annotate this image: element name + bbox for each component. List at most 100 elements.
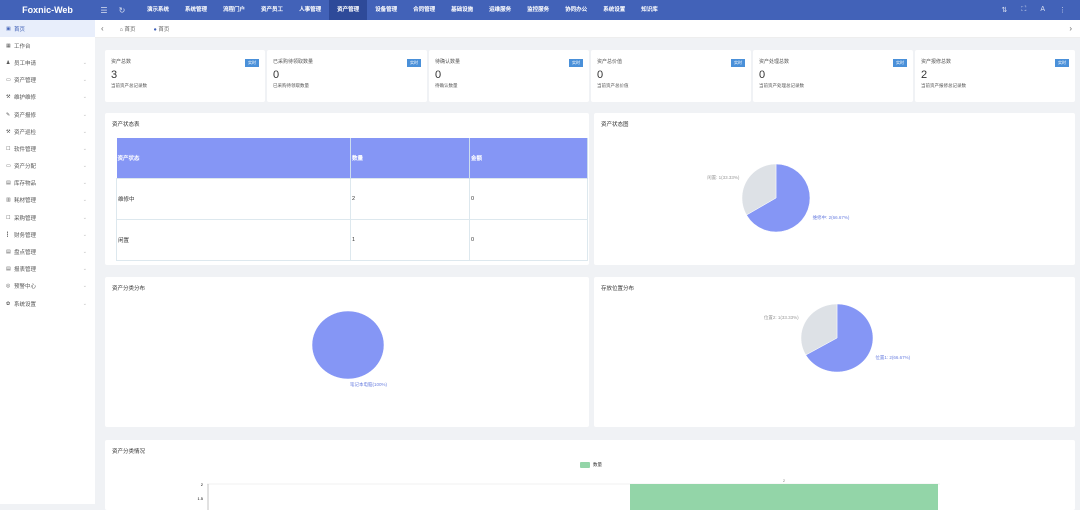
realtime-badge: 实时 <box>893 59 907 67</box>
sidebar-item[interactable]: ♟ 员工申请 ⌄ <box>0 54 95 71</box>
chevron-down-icon: ⌄ <box>82 94 87 101</box>
top-menu-item[interactable]: 系统设置 <box>595 0 633 20</box>
table-row: 闲置 1 0 <box>116 218 588 261</box>
realtime-badge: 实时 <box>407 59 421 67</box>
sidebar-item[interactable]: ▥ 耗材管理 ⌄ <box>0 192 95 209</box>
top-menu-item[interactable]: 资产管理 <box>329 0 368 20</box>
table-row: 维修中 2 0 <box>116 177 588 220</box>
bar[interactable] <box>630 484 938 510</box>
pie-data-label: 位置2: 1(33.33%) <box>763 315 799 320</box>
sidebar-item[interactable]: ▭ 资产分配 ⌄ <box>0 158 95 175</box>
cell: 1 <box>350 218 470 261</box>
chevron-down-icon: ⌄ <box>82 266 87 273</box>
asset-status-table-panel: 资产状态表 资产状态 数量 金额 维修中 2 0 闲置 1 0 <box>105 113 589 265</box>
sidebar-item[interactable]: ✿ 系统设置 ⌄ <box>0 295 95 312</box>
asset-status-pie-panel: 资产状态图 维修中: 2(66.67%) 闲置: 1(33.33%) <box>594 113 1075 265</box>
realtime-badge: 实时 <box>731 59 745 67</box>
pie-data-label: 闲置: 1(33.33%) <box>707 175 740 180</box>
sidebar-item[interactable]: ▦ 工作台 <box>0 37 95 54</box>
chart-legend[interactable]: 数量 <box>580 462 602 468</box>
asset-category-bar-panel: 2 1.5 2 资产分类情况 数量 <box>105 440 1075 510</box>
top-menu-item[interactable]: 合同管理 <box>405 0 443 20</box>
sidebar-item[interactable]: ✎ 资产报修 ⌄ <box>0 106 95 123</box>
sidebar-item-icon: ✿ <box>6 300 11 307</box>
tab-scroll-left-icon[interactable]: ‹ <box>101 24 104 33</box>
tab-current[interactable]: ● 首页 <box>154 25 170 33</box>
pie-chart <box>741 163 811 233</box>
cell: 0 <box>469 177 588 220</box>
chevron-down-icon: ⌄ <box>82 77 87 84</box>
chevron-down-icon: ⌄ <box>82 300 87 307</box>
sidebar-item-label: 资产分配 <box>14 164 37 171</box>
stat-value: 3 <box>111 69 118 81</box>
top-menu-item[interactable]: 监控服务 <box>519 0 557 20</box>
top-menu-item[interactable]: 基础设施 <box>443 0 481 20</box>
fullscreen-icon[interactable]: ⛶ <box>1021 6 1026 14</box>
user-icon[interactable]: A <box>1040 6 1045 14</box>
language-icon[interactable]: ⇅ <box>1002 6 1008 14</box>
sidebar-item[interactable]: ☐ 软件管理 ⌄ <box>0 140 95 157</box>
sidebar-item-icon: ⚒ <box>6 128 11 135</box>
pie-slice-笔记本电脑[interactable] <box>311 310 385 380</box>
menu-toggle-icon[interactable]: ☰ <box>95 6 113 15</box>
sidebar-item[interactable]: ┇ 财务管理 ⌄ <box>0 226 95 243</box>
stat-card: 资产总价值 实时 0 当前资产总价值 <box>591 50 751 102</box>
sidebar-item[interactable]: ▭ 资产管理 ⌄ <box>0 72 95 89</box>
panel-title: 资产分类分布 <box>112 286 146 292</box>
app-logo: Foxnic-Web <box>22 5 73 15</box>
column-header: 数量 <box>350 138 470 178</box>
sidebar-item-icon: ✎ <box>6 111 11 118</box>
pie-chart <box>800 303 874 373</box>
pie-data-label: 维修中: 2(66.67%) <box>812 215 850 220</box>
tab-scroll-right-icon[interactable]: › <box>1069 24 1072 33</box>
top-menu-item[interactable]: 协同办公 <box>557 0 595 20</box>
top-menu-item[interactable]: 演示系统 <box>139 0 177 20</box>
sidebar-item[interactable]: ▤ 报表管理 ⌄ <box>0 261 95 278</box>
top-menu-item[interactable]: 知识库 <box>633 0 666 20</box>
sidebar-item-label: 软件管理 <box>14 146 37 153</box>
stat-title: 已采购待领取数量 <box>273 59 314 65</box>
chevron-down-icon: ⌄ <box>82 214 87 221</box>
top-menu-item[interactable]: 设备管理 <box>367 0 405 20</box>
more-icon[interactable]: ⋮ <box>1059 6 1066 14</box>
top-menu-item[interactable]: 流程门户 <box>215 0 253 20</box>
stat-subtitle: 当前资产报修总记录数 <box>921 83 966 88</box>
sidebar-item[interactable]: ☐ 采购管理 ⌄ <box>0 209 95 226</box>
top-menu-item[interactable]: 运维服务 <box>481 0 519 20</box>
chevron-down-icon: ⌄ <box>82 283 87 290</box>
stat-title: 待确认数量 <box>435 59 461 65</box>
refresh-icon[interactable]: ↻ <box>113 6 131 15</box>
stat-subtitle: 待确认数量 <box>435 83 458 88</box>
stat-subtitle: 已采购待领取数量 <box>273 83 309 88</box>
chevron-down-icon: ⌄ <box>82 197 87 204</box>
sidebar-item[interactable]: ◎ 预警中心 ⌄ <box>0 278 95 295</box>
sidebar-item-label: 报表管理 <box>14 267 37 274</box>
sidebar: ▣ 首页 ▦ 工作台 ♟ 员工申请 ⌄ ▭ 资产管理 ⌄ ⚒ 维护维修 ⌄ ✎ 资产报修 ⌄ ⚒ 资产巡检 ⌄ ☐ 软件… <box>0 20 95 504</box>
sidebar-item-icon: ◎ <box>6 283 11 290</box>
sidebar-item-label: 首页 <box>14 26 26 33</box>
stat-subtitle: 当前资产总记录数 <box>111 83 147 88</box>
chevron-down-icon: ⌄ <box>82 111 87 118</box>
cell: 2 <box>350 177 470 220</box>
realtime-badge: 实时 <box>569 59 583 67</box>
sidebar-item-label: 库存物品 <box>14 181 37 188</box>
stat-card: 已采购待领取数量 实时 0 已采购待领取数量 <box>267 50 427 102</box>
tab-bar: ‹ ⌂ 首页 ● 首页 › <box>95 20 1080 38</box>
sidebar-item[interactable]: ▤ 盘点管理 ⌄ <box>0 243 95 260</box>
sidebar-item-label: 盘点管理 <box>14 250 37 257</box>
stat-value: 0 <box>435 69 442 81</box>
top-menu-item[interactable]: 资产员工 <box>253 0 291 20</box>
tab-home[interactable]: ⌂ 首页 <box>120 25 136 33</box>
sidebar-item[interactable]: ▤ 库存物品 ⌄ <box>0 175 95 192</box>
cell: 0 <box>469 218 588 261</box>
stat-title: 资产总数 <box>111 59 132 65</box>
chevron-down-icon: ⌄ <box>82 180 87 187</box>
chevron-down-icon: ⌄ <box>82 163 87 170</box>
top-menu-item[interactable]: 人事管理 <box>291 0 329 20</box>
sidebar-item[interactable]: ▣ 首页 <box>0 20 95 38</box>
top-menu-item[interactable]: 系统管理 <box>177 0 215 20</box>
sidebar-item-label: 系统设置 <box>14 301 37 308</box>
sidebar-item[interactable]: ⚒ 资产巡检 ⌄ <box>0 123 95 140</box>
sidebar-item[interactable]: ⚒ 维护维修 ⌄ <box>0 89 95 106</box>
sidebar-item-label: 预警中心 <box>14 284 37 291</box>
